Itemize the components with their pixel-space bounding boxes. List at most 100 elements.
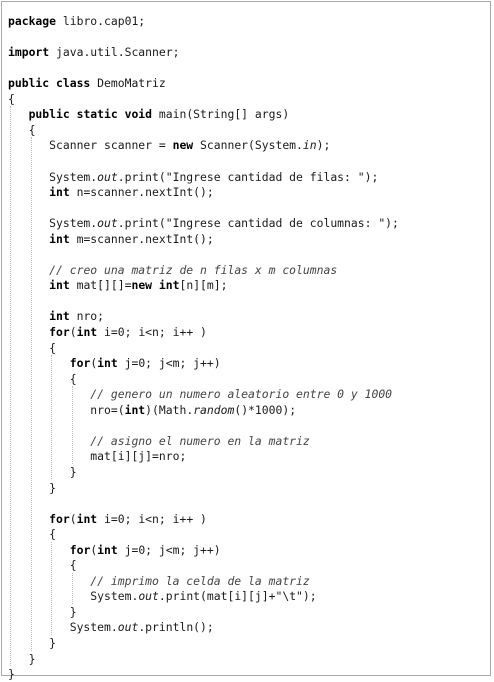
code-token: { [8,527,57,542]
code-comment: // asigno el numero en la matriz [90,433,310,448]
code-token: } [8,480,57,495]
code-line: } [8,651,36,667]
code-token: m=scanner.nextInt(); [69,231,214,246]
code-keyword: int [97,542,118,557]
code-token: nro=( [8,402,125,417]
code-token: ( [69,325,77,339]
code-keyword: int [49,185,70,200]
code-line: // asigno el numero en la matriz [8,433,310,449]
code-token: [n][m]; [179,278,228,293]
code-line: public static void main(String[] args) [8,106,290,122]
code-line: } [8,604,77,620]
code-token: java.util.Scanner; [49,45,180,60]
code-token: nro; [69,309,105,324]
code-token: ); [316,138,331,153]
code-line: for(int j=0; j<m; j++) [8,542,221,558]
code-token: libro.cap01; [56,14,146,28]
code-token: Scanner(System. [193,138,303,153]
code-line: int m=scanner.nextInt(); [8,231,214,247]
code-token: n=scanner.nextInt(); [69,185,214,200]
code-token: } [8,464,77,479]
code-line: // imprimo la celda de la matriz [8,573,309,589]
code-line: // genero un numero aleatorio entre 0 y … [8,386,392,402]
code-keyword: import [8,45,50,60]
code-keyword: int [124,402,146,417]
code-token: i=0; i<n; i++ ) [97,325,207,339]
code-token: { [8,371,77,386]
code-token: { [8,558,77,573]
code-comment: // genero un numero aleatorio entre 0 y … [90,387,393,402]
code-token: } [8,651,36,666]
code-token: } [8,667,15,682]
code-keyword: int [49,278,70,293]
code-token: random [193,402,235,417]
code-line: // creo una matriz de n filas x m column… [8,262,337,278]
code-token: ()*1000); [234,402,297,417]
code-token: Scanner scanner = [8,138,173,153]
code-line: } [8,635,56,651]
code-line: Scanner scanner = new Scanner(System.in)… [8,137,330,153]
code-line: for(int j=0; j<m; j++) [8,355,221,371]
code-line: { [8,526,56,542]
code-token: .println(); [138,620,214,635]
code-token: i=0; i<n; i++ ) [97,511,207,526]
code-token: System. [8,589,139,604]
code-line: mat[i][j]=nro; [8,448,186,464]
code-token: System. [8,169,98,184]
code-token: { [8,91,15,106]
code-line: { [8,557,77,573]
code-line: { [8,340,56,356]
code-token: out [97,216,118,231]
code-token: j=0; j<m; j++) [117,356,221,371]
code-line: { [8,371,77,387]
code-keyword: package [8,14,57,28]
code-keyword: for [49,325,70,339]
code-line: public class DemoMatriz [8,75,166,91]
code-token: out [117,620,139,635]
code-comment: // creo una matriz de n filas x m column… [49,262,338,277]
code-token: System. [8,620,118,635]
code-line: } [8,666,15,682]
code-token: in [302,138,317,153]
code-keyword: for [69,542,91,557]
code-token: j=0; j<m; j++) [117,542,221,557]
code-token: main(String[] args) [152,107,290,122]
code-line: System.out.print("Ingrese cantidad de co… [8,215,399,231]
code-line: } [8,480,56,496]
code-token: .print("Ingrese cantidad de filas: "); [117,169,379,184]
code-token: System. [8,216,98,231]
code-token: .print(mat[i][j]+"\t"); [158,589,317,604]
code-line: System.out.print(mat[i][j]+"\t"); [8,588,317,604]
code-token: { [8,340,57,355]
code-keyword: public static void [28,107,153,122]
code-keyword: int [76,511,98,526]
code-line: int n=scanner.nextInt(); [8,184,214,200]
code-keyword: int [97,356,118,371]
code-token: } [8,636,57,650]
code-token: } [8,604,77,619]
code-line: } [8,464,77,480]
code-line: nro=(int)(Math.random()*1000); [8,402,296,418]
code-keyword: int [49,309,70,324]
code-token: ( [69,511,77,526]
code-keyword: int [76,325,98,339]
code-line: for(int i=0; i<n; i++ ) [8,511,207,527]
code-line: int nro; [8,308,104,324]
code-line: for(int i=0; i<n; i++ ) [8,324,207,340]
code-keyword: for [49,511,70,526]
code-token: { [8,122,36,137]
code-line: int mat[][]=new int[n][m]; [8,277,228,293]
code-keyword: int [49,231,70,246]
